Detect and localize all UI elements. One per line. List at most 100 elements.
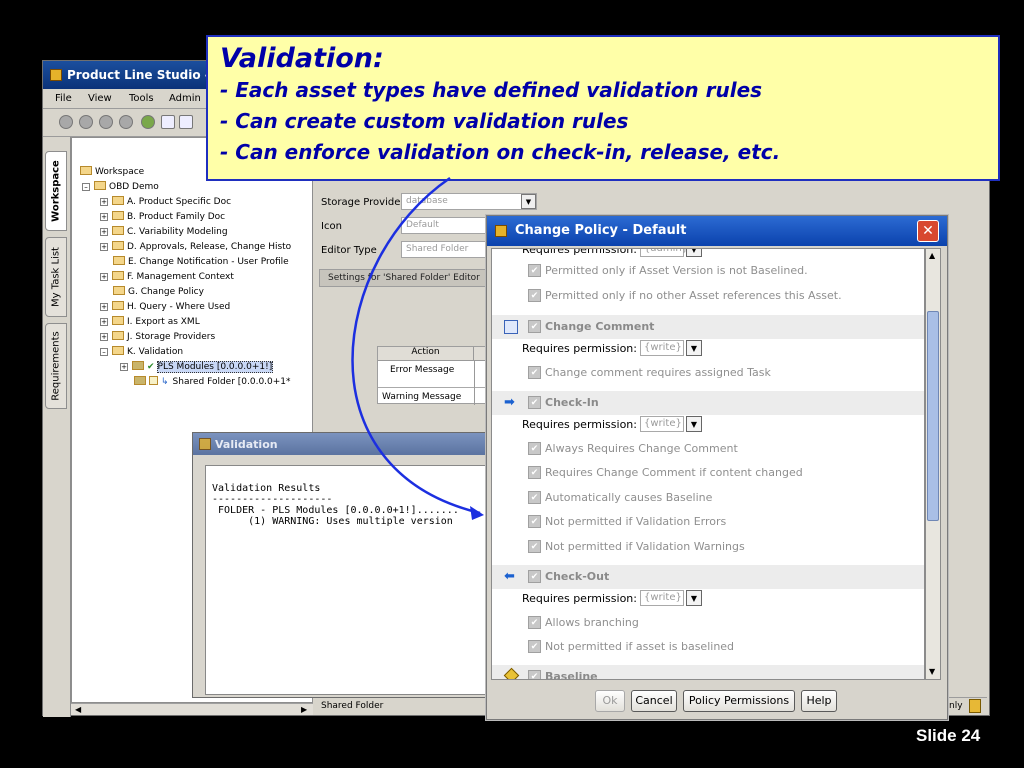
tree-item-f[interactable]: + F. Management Context [100,270,234,285]
tree-item-h[interactable]: + H. Query - Where Used [100,300,230,315]
permission-label: Requires permission: [522,592,637,605]
section-change-comment[interactable]: ✔ Change Comment [492,315,924,339]
checkbox[interactable]: ✔ [528,515,541,528]
tree-item-d[interactable]: + D. Approvals, Release, Change Histo [100,240,291,255]
menu-file[interactable]: File [55,93,72,104]
checkbox[interactable]: ✔ [528,289,541,302]
expand-icon[interactable]: + [100,333,108,341]
permission-field[interactable]: {admin} [640,249,688,257]
tree-item-k[interactable]: – K. Validation [100,345,183,360]
tab-editor-settings[interactable]: Settings for 'Shared Folder' Editor [319,269,505,287]
permission-field[interactable]: {write} [640,416,684,432]
expand-icon[interactable]: + [100,228,108,236]
policy-permissions-button[interactable]: Policy Permissions [683,690,795,712]
checkbox[interactable]: ✔ [528,540,541,553]
tree-item-shared-folder[interactable]: ↳ Shared Folder [0.0.0.0+1* [134,375,291,390]
expand-icon[interactable]: + [100,243,108,251]
collapse-icon[interactable]: – [100,348,108,356]
tree-horizontal-scrollbar[interactable]: ◀ ▶ [71,703,313,715]
tab-requirements[interactable]: Requirements [45,323,67,409]
close-button[interactable]: ✕ [917,220,939,242]
grid-cell-error[interactable]: Error Message [390,365,454,375]
folder-icon [112,226,124,235]
tree-item-workspace[interactable]: Workspace [80,165,144,180]
results-line: Validation Results [212,483,321,494]
change-policy-title-bar[interactable]: Change Policy - Default [487,216,947,246]
section-check-out[interactable]: ⬅ ✔ Check-Out [492,565,924,589]
checkbox[interactable]: ✔ [528,264,541,277]
validation-window: Validation Validation Results -----------… [192,432,499,698]
tree-item-a[interactable]: + A. Product Specific Doc [100,195,231,210]
chevron-down-icon[interactable]: ▼ [686,340,702,356]
tab-my-task-list[interactable]: My Task List [45,237,67,317]
checkbox[interactable]: ✔ [528,640,541,653]
menu-admin[interactable]: Admin [169,93,201,104]
scroll-right-icon[interactable]: ▶ [301,705,307,714]
tree-item-pls-modules[interactable]: + ✔ PLS Modules [0.0.0.0+1!] [120,360,274,375]
lock-icon [969,699,981,713]
tree-item-obd-demo[interactable]: – OBD Demo [82,180,159,195]
checkbox[interactable]: ✔ [528,366,541,379]
permission-label: Requires permission: [522,418,637,431]
back-icon[interactable] [59,115,73,129]
menu-view[interactable]: View [88,93,112,104]
scroll-up-icon[interactable]: ▲ [929,251,935,260]
tab-workspace[interactable]: Workspace [45,151,67,231]
section-title: Change Comment [545,320,655,333]
scroll-down-icon[interactable]: ▼ [929,667,935,676]
checkbox[interactable]: ✔ [528,320,541,333]
tree-item-b[interactable]: + B. Product Family Doc [100,210,225,225]
expand-icon[interactable]: + [100,198,108,206]
chevron-down-icon[interactable]: ▼ [686,590,702,606]
cancel-button[interactable]: Cancel [631,690,677,712]
storage-provider-field[interactable]: database [401,193,537,210]
permission-label: Requires permission: [522,342,637,355]
section-check-in[interactable]: ➡ ✔ Check-In [492,391,924,415]
refresh-icon[interactable] [99,115,113,129]
collapse-icon[interactable]: – [82,183,90,191]
document-icon[interactable] [161,115,175,129]
option-label: Not permitted if asset is baselined [545,640,735,653]
checkbox[interactable]: ✔ [528,466,541,479]
chevron-down-icon[interactable]: ▼ [686,416,702,432]
expand-icon[interactable]: + [120,363,128,371]
folder-icon [112,241,124,250]
permission-field[interactable]: {write} [640,340,684,356]
menu-tools[interactable]: Tools [129,93,154,104]
expand-icon[interactable]: + [100,273,108,281]
stop-icon[interactable] [119,115,133,129]
help-button[interactable]: Help [801,690,837,712]
validation-title-bar[interactable]: Validation [193,433,497,455]
ok-button[interactable]: Ok [595,690,625,712]
checkbox[interactable]: ✔ [528,442,541,455]
checkbox[interactable]: ✔ [528,491,541,504]
checkbox[interactable]: ✔ [528,670,541,679]
checkbox[interactable]: ✔ [528,570,541,583]
scroll-left-icon[interactable]: ◀ [75,705,81,714]
checkbox[interactable]: ✔ [528,616,541,629]
tree-item-e[interactable]: E. Change Notification - User Profile [113,255,289,270]
permission-field[interactable]: {write} [640,590,684,606]
document-copy-icon[interactable] [179,115,193,129]
folder-icon [112,271,124,280]
section-baseline[interactable]: ✔ Baseline [492,665,924,679]
grid-cell-warning[interactable]: Warning Message [382,392,461,402]
policy-vertical-scrollbar[interactable]: ▲ ▼ [925,248,941,680]
tree-item-c[interactable]: + C. Variability Modeling [100,225,228,240]
chevron-down-icon[interactable]: ▼ [686,249,702,257]
tree-item-j[interactable]: + J. Storage Providers [100,330,215,345]
scroll-thumb[interactable] [927,311,939,521]
settings-icon[interactable] [141,115,155,129]
expand-icon[interactable]: + [100,318,108,326]
option-label: Permitted only if no other Asset referen… [545,289,842,302]
checkbox[interactable]: ✔ [528,396,541,409]
expand-icon[interactable]: + [100,303,108,311]
chevron-down-icon[interactable]: ▼ [521,194,536,209]
icon-field[interactable]: Default [401,217,491,234]
folder-icon [112,316,124,325]
expand-icon[interactable]: + [100,213,108,221]
editor-type-field[interactable]: Shared Folder [401,241,491,258]
forward-icon[interactable] [79,115,93,129]
tree-item-g[interactable]: G. Change Policy [113,285,204,300]
tree-item-i[interactable]: + I. Export as XML [100,315,200,330]
